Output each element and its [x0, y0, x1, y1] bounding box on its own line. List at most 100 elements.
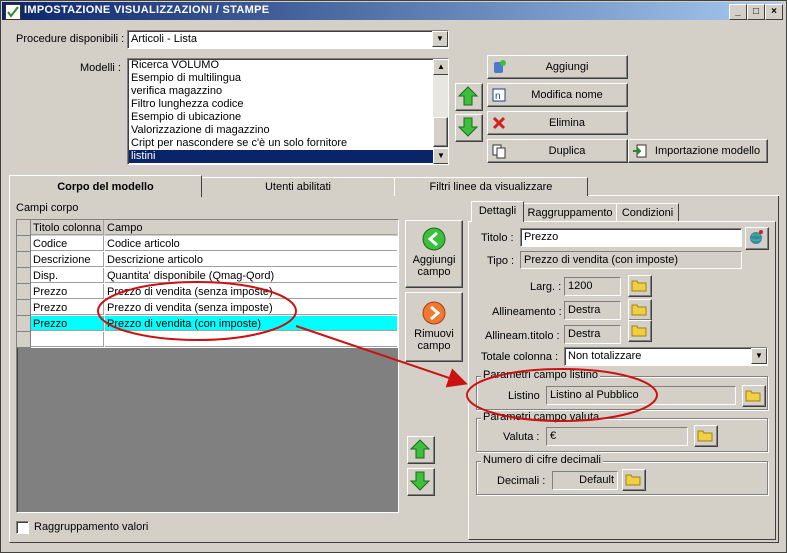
aggiungi-campo-line2: campo	[417, 266, 451, 278]
arrow-down-icon	[457, 117, 479, 137]
importazione-modello-button[interactable]: Importazione modello	[628, 139, 768, 163]
row-up-button[interactable]	[407, 436, 435, 464]
totale-colonna-label: Totale colonna :	[481, 351, 559, 363]
tab-corpo-modello[interactable]: Corpo del modello	[9, 175, 202, 197]
row-selector[interactable]	[17, 268, 31, 284]
modelli-scrollbar[interactable]: ▲ ▼	[433, 59, 448, 164]
valuta-button[interactable]	[694, 425, 718, 447]
tipo-label: Tipo :	[487, 255, 515, 267]
row-selector[interactable]	[17, 284, 31, 300]
cell-titolo[interactable]: Prezzo	[31, 300, 104, 315]
modelli-list-item[interactable]: Esempio di multilingua	[129, 72, 433, 85]
model-up-button[interactable]	[455, 83, 483, 111]
tab-dettagli[interactable]: Dettagli	[471, 201, 524, 222]
modifica-nome-button[interactable]: n Modifica nome	[487, 83, 628, 107]
valuta-group-label: Parametri campo valuta	[481, 411, 602, 423]
titolo-label: Titolo :	[481, 232, 514, 244]
modelli-list-item[interactable]: listini	[129, 150, 433, 163]
cell-campo[interactable]	[105, 332, 397, 347]
add-db-icon	[494, 60, 506, 73]
decimali-button[interactable]	[622, 469, 646, 491]
cell-campo[interactable]: Descrizione articolo	[105, 252, 397, 267]
model-down-button[interactable]	[455, 114, 483, 142]
scroll-up-icon[interactable]: ▲	[433, 59, 448, 75]
cell-titolo[interactable]: Codice	[31, 236, 104, 251]
listino-button[interactable]	[742, 385, 766, 407]
chevron-down-icon[interactable]: ▼	[432, 31, 448, 47]
row-down-button[interactable]	[407, 468, 435, 496]
allineam-titolo-button[interactable]	[628, 320, 652, 342]
title-bar[interactable]: IMPOSTAZIONE VISUALIZZAZIONI / STAMPE _ …	[2, 2, 783, 20]
aggiungi-campo-button[interactable]: Aggiungi campo	[405, 220, 463, 288]
arrow-left-circle-icon	[422, 227, 446, 251]
tipo-value: Prezzo di vendita (con imposte)	[520, 251, 742, 269]
titolo-input[interactable]: Prezzo	[520, 228, 742, 247]
table-row[interactable]: Prezzo Prezzo di vendita (con imposte)	[17, 316, 398, 332]
header-titolo-colonna[interactable]: Titolo colonna	[31, 220, 104, 235]
elimina-button[interactable]: Elimina	[487, 111, 628, 135]
allineamento-button[interactable]	[628, 299, 652, 321]
chevron-down-icon[interactable]: ▼	[751, 348, 767, 364]
window-title: IMPOSTAZIONE VISUALIZZAZIONI / STAMPE	[24, 4, 270, 16]
procedure-label: Procedure disponibili :	[16, 33, 125, 45]
grid-header: Titolo colonna Campo	[17, 220, 398, 236]
totale-colonna-select[interactable]: Non totalizzare ▼	[564, 347, 768, 366]
decimali-value: Default	[552, 471, 618, 490]
tab-condizioni[interactable]: Condizioni	[616, 203, 679, 222]
modelli-list-item[interactable]: Cript per nascondere se c'è un solo forn…	[129, 137, 433, 150]
cell-campo[interactable]: Prezzo di vendita (senza imposte)	[105, 284, 397, 299]
cell-titolo[interactable]: Descrizione	[31, 252, 104, 267]
scroll-down-icon[interactable]: ▼	[433, 148, 448, 164]
duplica-button[interactable]: Duplica	[487, 139, 628, 163]
row-selector[interactable]	[17, 300, 31, 316]
cell-campo[interactable]: Prezzo di vendita (senza imposte)	[105, 300, 397, 315]
table-row[interactable]	[17, 332, 398, 348]
header-campo[interactable]: Campo	[105, 220, 397, 235]
allineamento-label: Allineamento :	[492, 306, 562, 318]
cell-campo[interactable]: Quantita' disponibile (Qmag-Qord)	[105, 268, 397, 283]
folder-icon	[631, 280, 647, 292]
cell-titolo[interactable]	[31, 332, 104, 347]
modelli-list-item[interactable]: Valorizzazione di magazzino	[129, 124, 433, 137]
table-row[interactable]: Prezzo Prezzo di vendita (senza imposte)	[17, 284, 398, 300]
table-row[interactable]: Codice Codice articolo	[17, 236, 398, 252]
raggruppamento-checkbox[interactable]	[16, 521, 29, 534]
modelli-list-item[interactable]: Esempio di ubicazione	[129, 111, 433, 124]
titolo-translate-button[interactable]	[745, 227, 769, 250]
procedure-value: Articoli - Lista	[131, 33, 198, 45]
aggiungi-campo-line1: Aggiungi	[412, 254, 456, 266]
cell-titolo[interactable]: Prezzo	[31, 316, 104, 331]
tab-raggruppamento[interactable]: Raggruppamento	[523, 203, 617, 222]
folder-icon	[631, 304, 647, 316]
cell-titolo[interactable]: Prezzo	[31, 284, 104, 299]
row-selector[interactable]	[17, 236, 31, 252]
maximize-button[interactable]: □	[747, 4, 765, 20]
table-row[interactable]: Prezzo Prezzo di vendita (senza imposte)	[17, 300, 398, 316]
minimize-button[interactable]: _	[729, 4, 747, 20]
cell-campo[interactable]: Prezzo di vendita (con imposte)	[105, 316, 397, 331]
scroll-thumb[interactable]	[433, 117, 448, 147]
row-selector[interactable]	[17, 332, 31, 348]
campi-grid[interactable]: Titolo colonna Campo Codice Codice artico…	[16, 219, 399, 513]
cell-titolo[interactable]: Disp.	[31, 268, 104, 283]
modelli-list-item[interactable]: Ricerca VOLUMO	[129, 59, 433, 72]
table-row[interactable]: Descrizione Descrizione articolo	[17, 252, 398, 268]
modelli-list-item[interactable]: verifica magazzino	[129, 85, 433, 98]
tab-filtri-linee[interactable]: Filtri linee da visualizzare	[394, 177, 588, 196]
modelli-list[interactable]: Ricerca VOLUMO Esempio di multilingua veri…	[127, 58, 449, 165]
aggiungi-button[interactable]: Aggiungi	[487, 55, 628, 79]
svg-text:n: n	[495, 91, 501, 102]
table-row[interactable]: Disp. Quantita' disponibile (Qmag-Qord)	[17, 268, 398, 284]
duplicate-icon	[492, 144, 506, 159]
rimuovi-campo-button[interactable]: Rimuovi campo	[405, 292, 463, 362]
cell-campo[interactable]: Codice articolo	[105, 236, 397, 251]
globe-icon	[750, 230, 763, 244]
decimali-label: Decimali :	[497, 475, 546, 487]
modelli-list-item[interactable]: Filtro lunghezza codice	[129, 98, 433, 111]
larg-button[interactable]	[628, 275, 652, 297]
row-selector[interactable]	[17, 316, 31, 332]
tab-utenti-abilitati[interactable]: Utenti abilitati	[201, 177, 395, 196]
procedure-select[interactable]: Articoli - Lista ▼	[127, 30, 449, 49]
row-selector[interactable]	[17, 252, 31, 268]
close-button[interactable]: ×	[765, 4, 783, 20]
